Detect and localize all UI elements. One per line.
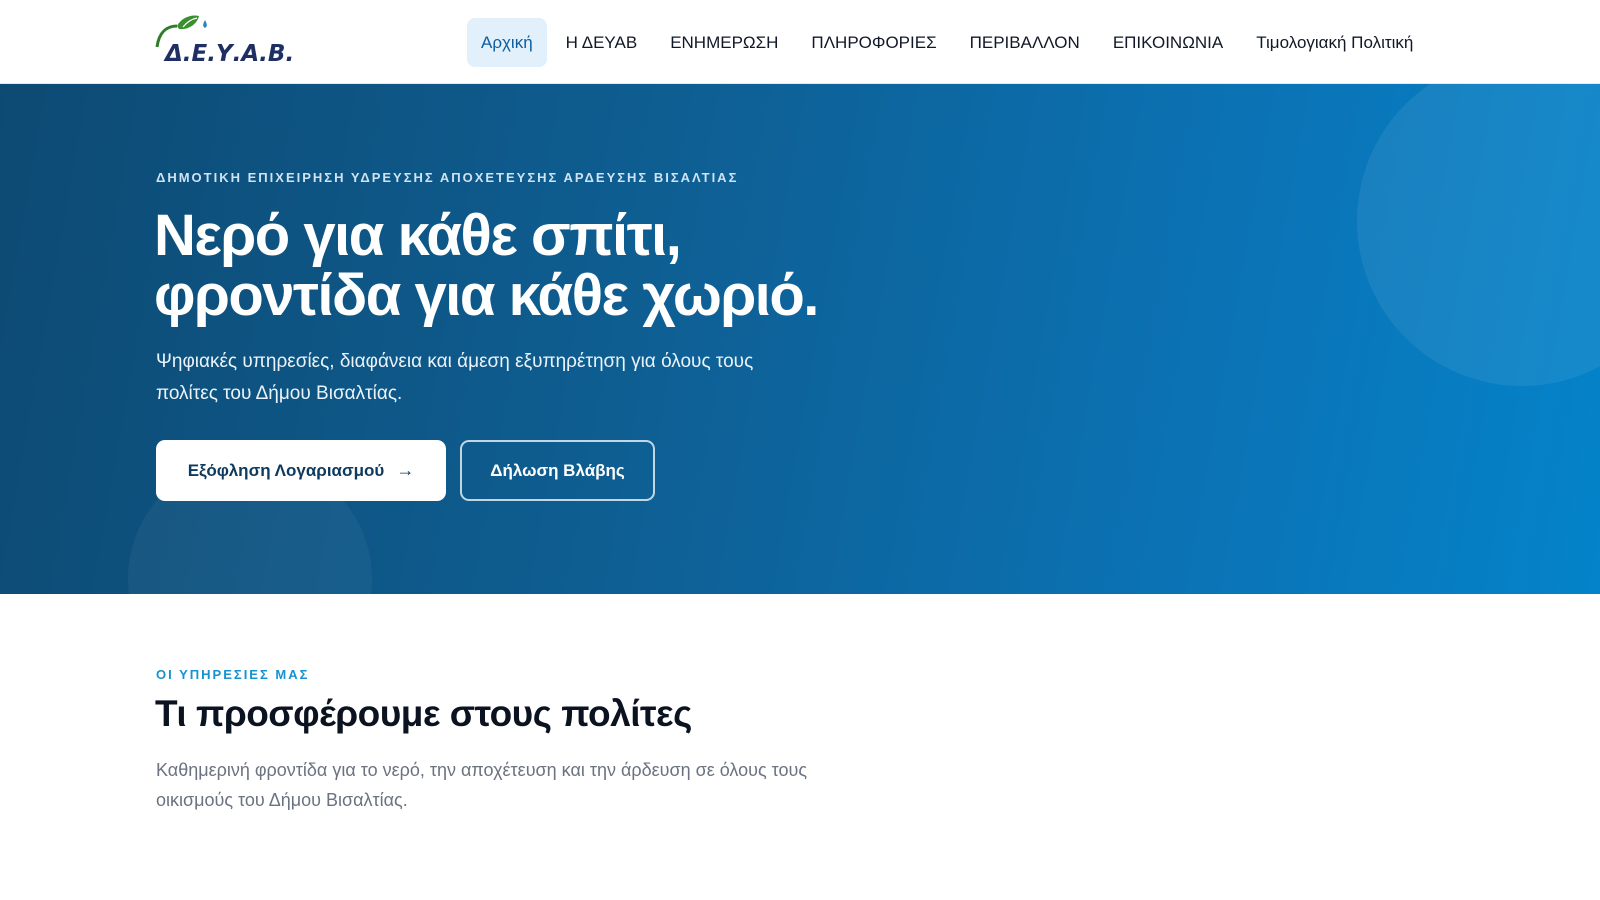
report-fault-button-label: Δήλωση Βλάβης — [490, 460, 625, 480]
hero-subtitle: Ψηφιακές υπηρεσίες, διαφάνεια και άμεση … — [156, 351, 754, 404]
nav-item-news[interactable]: ΕΝΗΜΕΡΩΣΗ — [656, 18, 792, 67]
logo[interactable]: Δ.Ε.Υ.Α.Β. — [155, 14, 294, 70]
nav-item-about[interactable]: Η ΔΕΥΑΒ — [552, 18, 652, 67]
hero-title-line-2: φροντίδα για κάθε χωριό. — [154, 263, 819, 328]
services-title: Τι προσφέρουμε στους πολίτες — [155, 693, 692, 734]
main-nav: Αρχική Η ΔΕΥΑΒ ΕΝΗΜΕΡΩΣΗ ΠΛΗΡΟΦΟΡΙΕΣ ΠΕΡ… — [467, 18, 1432, 67]
nav-item-contact[interactable]: ΕΠΙΚΟΙΝΩΝΙΑ — [1099, 18, 1237, 67]
services-description: Καθημερινή φροντίδα για το νερό, την απο… — [156, 760, 808, 810]
nav-item-home[interactable]: Αρχική — [467, 18, 547, 67]
nav-item-pricing-policy[interactable]: Τιμολογιακή Πολιτική — [1242, 18, 1427, 67]
arrow-right-icon: → — [396, 460, 415, 480]
decorative-circle — [1357, 84, 1600, 386]
hero-title: Νερό για κάθε σπίτι, φροντίδα για κάθε χ… — [154, 206, 1054, 326]
site-header: Δ.Ε.Υ.Α.Β. Αρχική Η ΔΕΥΑΒ ΕΝΗΜΕΡΩΣΗ ΠΛΗΡ… — [0, 0, 1600, 84]
hero-title-line-1: Νερό για κάθε σπίτι, — [154, 203, 682, 268]
services-eyebrow: ΟΙ ΥΠΗΡΕΣΙΕΣ ΜΑΣ — [156, 667, 310, 682]
report-fault-button[interactable]: Δήλωση Βλάβης — [460, 440, 655, 501]
pay-bill-button-label: Εξόφληση Λογαριασμού — [187, 460, 385, 480]
pay-bill-button[interactable]: Εξόφληση Λογαριασμού → — [156, 440, 446, 501]
hero-section: ΔΗΜΟΤΙΚΗ ΕΠΙΧΕΙΡΗΣΗ ΥΔΡΕΥΣΗΣ ΑΠΟΧΕΤΕΥΣΗΣ… — [0, 84, 1600, 594]
nav-item-info[interactable]: ΠΛΗΡΟΦΟΡΙΕΣ — [797, 18, 950, 67]
nav-item-environment[interactable]: ΠΕΡΙΒΑΛΛΟΝ — [956, 18, 1094, 67]
logo-text: Δ.Ε.Υ.Α.Β. — [165, 41, 295, 67]
hero-eyebrow: ΔΗΜΟΤΙΚΗ ΕΠΙΧΕΙΡΗΣΗ ΥΔΡΕΥΣΗΣ ΑΠΟΧΕΤΕΥΣΗΣ… — [156, 170, 739, 185]
